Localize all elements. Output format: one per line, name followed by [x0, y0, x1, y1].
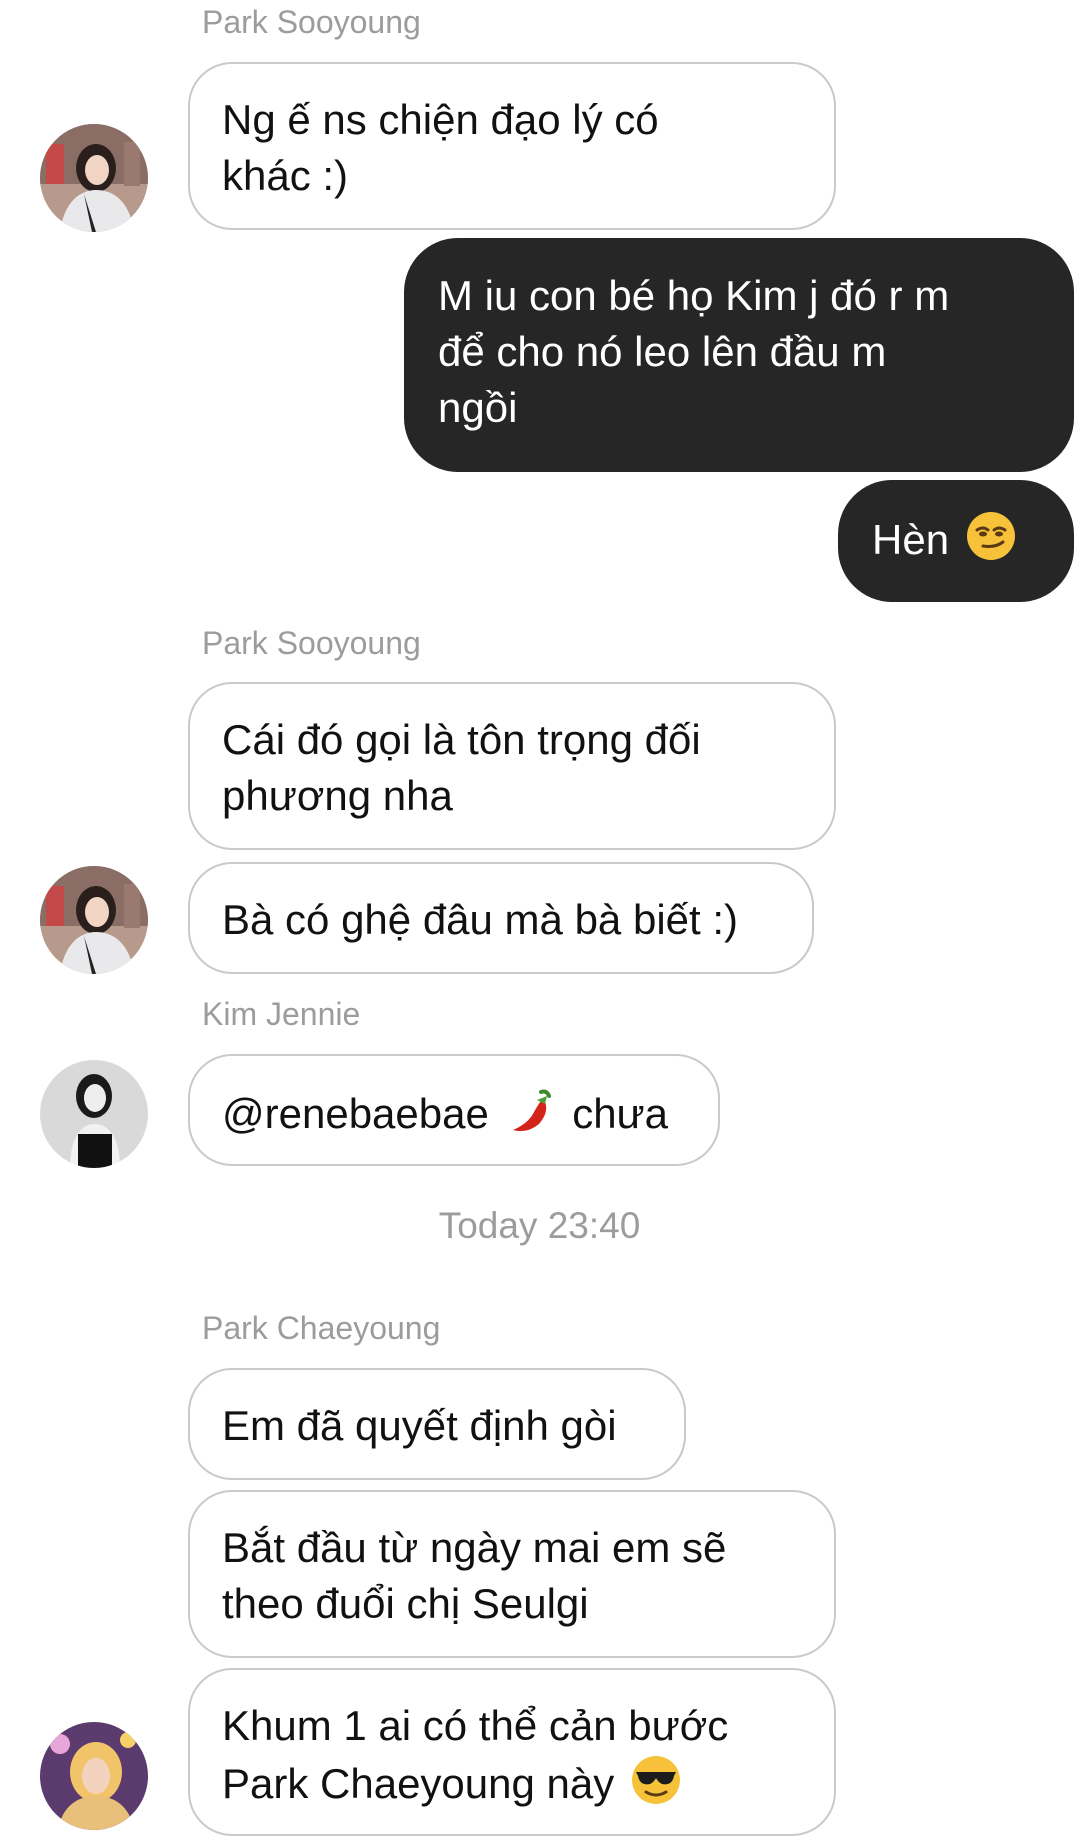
message-text: chưa: [572, 1090, 669, 1138]
message-bubble[interactable]: Bắt đầu từ ngày mai em sẽ theo đuổi chị …: [188, 1490, 836, 1658]
sunglasses-face-emoji-icon: [630, 1754, 682, 1820]
outgoing-message-bubble[interactable]: Hèn: [838, 480, 1074, 602]
sender-name: Kim Jennie: [202, 996, 361, 1032]
message-text: Ng ế ns chiện đạo lý có: [222, 96, 659, 143]
message-text: Bà có ghệ đâu mà bà biết :): [222, 896, 738, 943]
message-bubble[interactable]: Khum 1 ai có thể cản bước Park Chaeyoung…: [188, 1668, 836, 1836]
message-bubble[interactable]: Cái đó gọi là tôn trọng đối phương nha: [188, 682, 836, 850]
avatar-park-chaeyoung[interactable]: [40, 1722, 148, 1830]
message-text: Khum 1 ai có thể cản bước: [222, 1702, 729, 1749]
avatar-park-sooyoung[interactable]: [40, 866, 148, 974]
message-text: Cái đó gọi là tôn trọng đối: [222, 716, 701, 763]
message-bubble[interactable]: Ng ế ns chiện đạo lý có khác :): [188, 62, 836, 230]
hot-pepper-icon: [505, 1084, 557, 1150]
message-bubble[interactable]: Bà có ghệ đâu mà bà biết :): [188, 862, 814, 974]
sender-name: Park Sooyoung: [202, 625, 421, 661]
smirking-face-emoji-icon: [965, 510, 1017, 576]
message-text: Em đã quyết định gòi: [222, 1402, 617, 1449]
sender-name: Park Sooyoung: [202, 4, 421, 40]
message-text: Bắt đầu từ ngày mai em sẽ: [222, 1524, 727, 1571]
outgoing-message-bubble[interactable]: M iu con bé họ Kim j đó r m để cho nó le…: [404, 238, 1074, 472]
message-text: khác :): [222, 152, 349, 199]
message-text: theo đuổi chị Seulgi: [222, 1580, 589, 1627]
message-text: để cho nó leo lên đầu m: [438, 328, 887, 375]
timestamp-divider: Today 23:40: [438, 1205, 641, 1246]
avatar-kim-jennie[interactable]: [40, 1060, 148, 1168]
message-bubble[interactable]: @renebaebae chưa: [188, 1054, 720, 1166]
message-text: phương nha: [222, 772, 453, 819]
message-text: Hèn: [872, 516, 950, 564]
message-text: ngồi: [438, 384, 518, 431]
message-bubble[interactable]: Em đã quyết định gòi: [188, 1368, 686, 1480]
message-text: M iu con bé họ Kim j đó r m: [438, 272, 950, 319]
avatar-park-sooyoung[interactable]: [40, 124, 148, 232]
mention-link[interactable]: @renebaebae: [222, 1090, 489, 1137]
message-text: Park Chaeyoung này: [222, 1760, 615, 1808]
sender-name: Park Chaeyoung: [202, 1310, 441, 1346]
